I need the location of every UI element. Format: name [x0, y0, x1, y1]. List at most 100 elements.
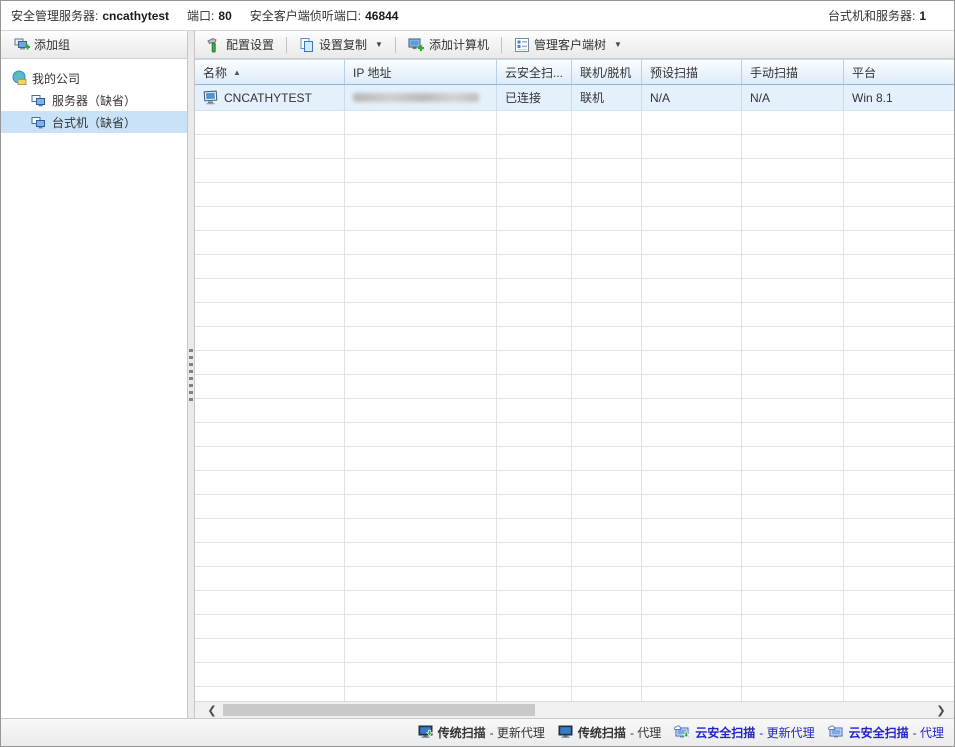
- scroll-right-icon[interactable]: ❯: [932, 702, 950, 718]
- ip-address-redacted: [353, 93, 479, 102]
- settings-replication-button[interactable]: 设置复制 ▼: [292, 33, 390, 56]
- grid-column: [345, 111, 497, 701]
- column-header-manual-scan[interactable]: 手动扫描: [742, 60, 844, 84]
- tree-item-label: 服务器（缺省）: [52, 92, 136, 109]
- column-header-name[interactable]: 名称 ▲: [195, 60, 345, 84]
- column-label: IP 地址: [353, 64, 391, 81]
- grid-column: [497, 111, 572, 701]
- column-header-scheduled-scan[interactable]: 预设扫描: [642, 60, 742, 84]
- column-label: 联机/脱机: [580, 64, 631, 81]
- toolbar-separator: [395, 37, 396, 53]
- server-name: cncathytest: [102, 9, 169, 23]
- app-window: 安全管理服务器: cncathytest 端口: 80 安全客户端侦听端口: 4…: [0, 0, 955, 747]
- column-label: 手动扫描: [750, 64, 798, 81]
- column-header-cloud-scan[interactable]: 云安全扫...: [497, 60, 572, 84]
- grid-column: [642, 111, 742, 701]
- status-bar: 传统扫描 - 更新代理 传统扫描 - 代理: [1, 718, 954, 746]
- computers-icon: [31, 115, 47, 130]
- scroll-left-icon[interactable]: ❮: [203, 702, 221, 718]
- column-header-online-offline[interactable]: 联机/脱机: [572, 60, 642, 84]
- manage-client-tree-label: 管理客户端树: [534, 36, 606, 53]
- grid-column: [844, 111, 954, 701]
- sort-asc-icon: ▲: [233, 68, 241, 77]
- add-computer-label: 添加计算机: [429, 36, 489, 53]
- toolbar-separator: [501, 37, 502, 53]
- legend-cloud-scan-update-agent: 云安全扫描 - 更新代理: [674, 724, 814, 741]
- computers-icon: [31, 93, 47, 108]
- legend-label-bold: 传统扫描: [578, 724, 626, 741]
- column-label: 预设扫描: [650, 64, 698, 81]
- globe-icon: [11, 70, 27, 86]
- platform-value: Win 8.1: [852, 91, 893, 105]
- port-value: 80: [218, 9, 231, 23]
- monitor-update-agent-icon: [418, 725, 434, 740]
- main-panel: 配置设置 设置复制 ▼: [195, 31, 954, 718]
- machine-count: 台式机和服务器: 1: [828, 7, 926, 24]
- cell-platform: Win 8.1: [844, 85, 954, 110]
- legend-traditional-scan-update-agent: 传统扫描 - 更新代理: [418, 724, 545, 741]
- tree-item-label: 台式机（缺省）: [52, 114, 136, 131]
- online-status: 联机: [580, 89, 604, 106]
- server-label: 安全管理服务器:: [11, 7, 98, 24]
- tree-item-label: 我的公司: [32, 70, 80, 87]
- server-info: 安全管理服务器: cncathytest 端口: 80 安全客户端侦听端口: 4…: [11, 7, 416, 24]
- add-computer-icon: [408, 37, 425, 53]
- horizontal-scrollbar[interactable]: ❮ ❯: [195, 701, 954, 718]
- toolbar-separator: [286, 37, 287, 53]
- tree-item-servers-default[interactable]: 服务器（缺省）: [1, 89, 187, 111]
- grid-column: [742, 111, 844, 701]
- legend-label-bold: 传统扫描: [438, 724, 486, 741]
- legend-label: - 更新代理: [490, 724, 545, 741]
- cell-ip: [345, 85, 497, 110]
- legend-label: - 更新代理: [759, 724, 814, 741]
- cell-name: CNCATHYTEST: [195, 85, 345, 110]
- add-group-label: 添加组: [34, 36, 70, 53]
- panel-splitter[interactable]: [187, 31, 195, 718]
- chevron-down-icon: ▼: [614, 40, 622, 49]
- configure-settings-label: 配置设置: [226, 36, 274, 53]
- column-label: 名称: [203, 64, 227, 81]
- machine-count-value: 1: [919, 9, 926, 23]
- table-header: 名称 ▲ IP 地址 云安全扫... 联机/脱机 预设扫描 手动扫描 平台: [195, 59, 954, 85]
- add-computer-button[interactable]: 添加计算机: [401, 33, 496, 56]
- listen-port-value: 46844: [365, 9, 398, 23]
- sidebar-toolbar: 添加组: [1, 31, 187, 59]
- column-label: 云安全扫...: [505, 64, 563, 81]
- settings-replication-label: 设置复制: [319, 36, 367, 53]
- cloud-scan-status: 已连接: [505, 89, 541, 106]
- scrollbar-thumb[interactable]: [223, 704, 535, 716]
- client-tree: 我的公司 服务器（缺省）: [1, 59, 187, 718]
- computer-name: CNCATHYTEST: [224, 91, 312, 105]
- manage-client-tree-button[interactable]: 管理客户端树 ▼: [507, 33, 629, 56]
- computer-icon: [203, 90, 219, 105]
- cloud-monitor-agent-icon: [828, 725, 845, 740]
- copy-icon: [299, 37, 315, 53]
- column-header-ip[interactable]: IP 地址: [345, 60, 497, 84]
- table-row[interactable]: CNCATHYTEST 已连接 联机 N/A N/A Win 8.1: [195, 85, 954, 111]
- client-tree-icon: [514, 37, 530, 53]
- legend-label: - 代理: [630, 724, 661, 741]
- legend-label: - 代理: [913, 724, 944, 741]
- grid-column: [572, 111, 642, 701]
- machine-count-label: 台式机和服务器:: [828, 7, 915, 24]
- tree-item-desktops-default[interactable]: 台式机（缺省）: [1, 111, 187, 133]
- cloud-monitor-update-agent-icon: [674, 725, 691, 740]
- configure-settings-button[interactable]: 配置设置: [199, 33, 281, 56]
- monitor-agent-icon: [558, 725, 574, 740]
- column-header-platform[interactable]: 平台: [844, 60, 954, 84]
- add-group-button[interactable]: 添加组: [7, 33, 77, 56]
- column-label: 平台: [852, 64, 876, 81]
- cell-scheduled-scan: N/A: [642, 85, 742, 110]
- port-label: 端口:: [187, 7, 214, 24]
- main-toolbar: 配置设置 设置复制 ▼: [195, 31, 954, 59]
- cell-cloud-scan: 已连接: [497, 85, 572, 110]
- cell-manual-scan: N/A: [742, 85, 844, 110]
- legend-cloud-scan-agent: 云安全扫描 - 代理: [828, 724, 944, 741]
- scheduled-scan-status: N/A: [650, 91, 670, 105]
- legend-traditional-scan-agent: 传统扫描 - 代理: [558, 724, 661, 741]
- tree-item-my-company[interactable]: 我的公司: [1, 67, 187, 89]
- grid-column: [195, 111, 345, 701]
- add-group-icon: [14, 37, 30, 53]
- hammer-icon: [206, 37, 222, 53]
- table-empty-area: [195, 111, 954, 701]
